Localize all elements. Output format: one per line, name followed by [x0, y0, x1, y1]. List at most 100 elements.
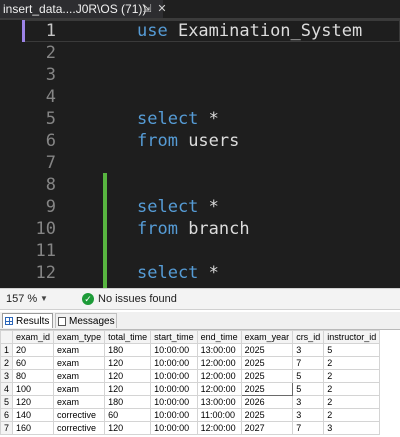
- table-cell[interactable]: exam: [53, 343, 106, 357]
- table-cell[interactable]: 13:00:00: [196, 395, 242, 409]
- results-grid[interactable]: exam_id exam_type total_time start_time end_…: [0, 330, 381, 435]
- row-number[interactable]: 5: [0, 395, 14, 409]
- code-line[interactable]: 5 select *: [0, 108, 400, 130]
- column-header[interactable]: crs_id: [292, 330, 325, 344]
- tab-results[interactable]: Results: [2, 313, 53, 328]
- tab-messages[interactable]: Messages: [55, 313, 117, 328]
- table-cell[interactable]: 2: [323, 408, 381, 422]
- table-cell[interactable]: 100: [12, 382, 55, 396]
- table-cell[interactable]: 10:00:00: [150, 343, 198, 357]
- column-header[interactable]: exam_year: [240, 330, 294, 344]
- table-cell[interactable]: 5: [323, 343, 381, 357]
- column-header[interactable]: exam_id: [12, 330, 55, 344]
- table-cell[interactable]: 120: [12, 395, 55, 409]
- table-cell[interactable]: 12:00:00: [196, 356, 242, 370]
- table-cell[interactable]: exam: [53, 395, 106, 409]
- table-cell[interactable]: 80: [12, 369, 55, 383]
- table-row[interactable]: 7 160 corrective 120 10:00:00 12:00:00 2027 7 3: [0, 421, 381, 435]
- table-cell[interactable]: 120: [104, 382, 152, 396]
- code-line[interactable]: 1 use Examination_System: [0, 20, 400, 42]
- table-cell[interactable]: 160: [12, 421, 55, 435]
- sql-editor[interactable]: 1 use Examination_System 2 3 4 5 select * 6 from…: [0, 20, 400, 288]
- table-cell[interactable]: 60: [12, 356, 55, 370]
- code-line[interactable]: 11: [0, 240, 400, 262]
- row-number[interactable]: 7: [0, 421, 14, 435]
- table-cell[interactable]: 10:00:00: [150, 356, 198, 370]
- table-cell[interactable]: 10:00:00: [150, 421, 198, 435]
- table-cell[interactable]: exam: [53, 369, 106, 383]
- table-cell[interactable]: 2026: [240, 395, 294, 409]
- table-cell[interactable]: 5: [292, 382, 325, 396]
- table-row[interactable]: 3 80 exam 120 10:00:00 12:00:00 2025 5 2: [0, 369, 381, 383]
- table-cell[interactable]: corrective: [53, 421, 106, 435]
- table-cell[interactable]: 2: [323, 382, 381, 396]
- table-cell[interactable]: 2025: [240, 343, 294, 357]
- table-cell[interactable]: 13:00:00: [196, 343, 242, 357]
- code-line[interactable]: 4: [0, 86, 400, 108]
- table-row[interactable]: 1 20 exam 180 10:00:00 13:00:00 2025 3 5: [0, 343, 381, 357]
- table-cell[interactable]: 120: [104, 356, 152, 370]
- table-cell[interactable]: 2025: [240, 408, 294, 422]
- code-line[interactable]: 7: [0, 152, 400, 174]
- table-row[interactable]: 5 120 exam 180 10:00:00 13:00:00 2026 3 2: [0, 395, 381, 409]
- column-header[interactable]: end_time: [196, 330, 242, 344]
- table-cell[interactable]: 180: [104, 395, 152, 409]
- table-cell[interactable]: 10:00:00: [150, 395, 198, 409]
- table-cell[interactable]: 3: [292, 343, 325, 357]
- selected-cell[interactable]: 2025: [240, 382, 294, 396]
- table-cell[interactable]: 12:00:00: [196, 421, 242, 435]
- table-cell[interactable]: 3: [323, 421, 381, 435]
- code-line[interactable]: 12 select *: [0, 262, 400, 284]
- table-cell[interactable]: 2: [323, 356, 381, 370]
- row-number[interactable]: 6: [0, 408, 14, 422]
- table-cell[interactable]: 2025: [240, 356, 294, 370]
- table-cell[interactable]: exam: [53, 382, 106, 396]
- pin-icon[interactable]: ⇲: [140, 0, 154, 18]
- column-header[interactable]: start_time: [150, 330, 198, 344]
- table-cell[interactable]: corrective: [53, 408, 106, 422]
- close-icon[interactable]: ✕: [156, 0, 168, 18]
- code-line[interactable]: 6 from users: [0, 130, 400, 152]
- issues-status[interactable]: No issues found: [98, 289, 177, 309]
- table-cell[interactable]: 2027: [240, 421, 294, 435]
- table-cell[interactable]: 60: [104, 408, 152, 422]
- column-header[interactable]: instructor_id: [323, 330, 381, 344]
- column-header[interactable]: total_time: [104, 330, 152, 344]
- table-cell[interactable]: 10:00:00: [150, 382, 198, 396]
- table-row[interactable]: 2 60 exam 120 10:00:00 12:00:00 2025 7 2: [0, 356, 381, 370]
- table-cell[interactable]: 11:00:00: [196, 408, 242, 422]
- table-cell[interactable]: 10:00:00: [150, 408, 198, 422]
- code-line[interactable]: 10 from branch: [0, 218, 400, 240]
- table-cell[interactable]: 7: [292, 356, 325, 370]
- table-cell[interactable]: 180: [104, 343, 152, 357]
- table-cell[interactable]: 20: [12, 343, 55, 357]
- table-cell[interactable]: 5: [292, 369, 325, 383]
- table-cell[interactable]: 120: [104, 369, 152, 383]
- zoom-level[interactable]: 157 %: [6, 289, 37, 309]
- table-cell[interactable]: 3: [292, 408, 325, 422]
- table-cell[interactable]: 120: [104, 421, 152, 435]
- code-line[interactable]: 8: [0, 174, 400, 196]
- chevron-down-icon[interactable]: ▼: [40, 289, 48, 309]
- table-cell[interactable]: 2: [323, 369, 381, 383]
- table-cell[interactable]: exam: [53, 356, 106, 370]
- table-cell[interactable]: 12:00:00: [196, 382, 242, 396]
- row-number[interactable]: 4: [0, 382, 14, 396]
- table-cell[interactable]: 2: [323, 395, 381, 409]
- code-line[interactable]: 9 select *: [0, 196, 400, 218]
- row-number[interactable]: 1: [0, 343, 14, 357]
- row-number[interactable]: 3: [0, 369, 14, 383]
- grid-corner[interactable]: [0, 330, 14, 344]
- column-header[interactable]: exam_type: [53, 330, 106, 344]
- table-cell[interactable]: 10:00:00: [150, 369, 198, 383]
- code-line[interactable]: 2: [0, 42, 400, 64]
- row-number[interactable]: 2: [0, 356, 14, 370]
- table-cell[interactable]: 140: [12, 408, 55, 422]
- code-line[interactable]: 3: [0, 64, 400, 86]
- table-cell[interactable]: 7: [292, 421, 325, 435]
- query-tab[interactable]: insert_data....J0R\OS (71)): [0, 0, 163, 18]
- table-cell[interactable]: 12:00:00: [196, 369, 242, 383]
- table-row[interactable]: 6 140 corrective 60 10:00:00 11:00:00 2025 3 2: [0, 408, 381, 422]
- table-row[interactable]: 4 100 exam 120 10:00:00 12:00:00 2025 5 2: [0, 382, 381, 396]
- table-cell[interactable]: 3: [292, 395, 325, 409]
